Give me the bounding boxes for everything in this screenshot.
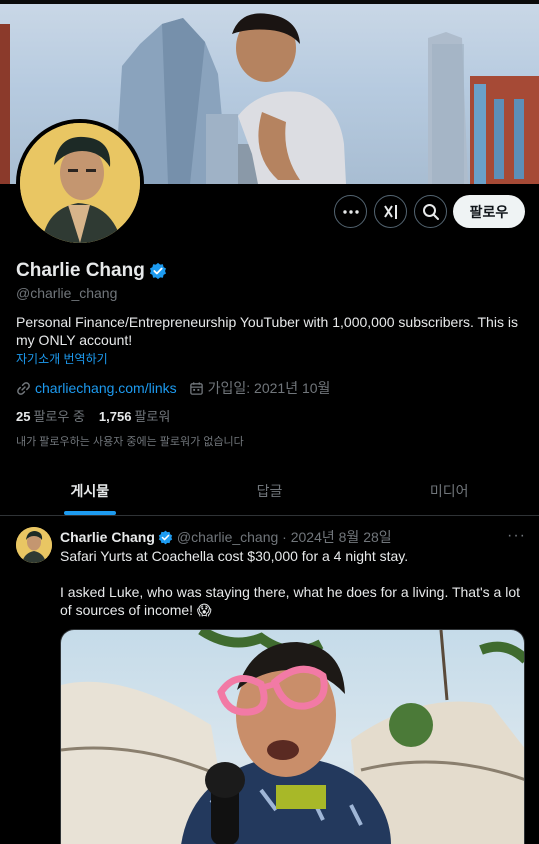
followers-label: 팔로워 [134, 409, 171, 424]
profile-avatar[interactable] [16, 119, 144, 247]
tab-media[interactable]: 미디어 [359, 466, 539, 515]
follow-button[interactable]: 팔로우 [453, 195, 525, 228]
profile-tabs: 게시물 답글 미디어 [0, 466, 539, 516]
tweet-text: Safari Yurts at Coachella cost $30,000 f… [60, 548, 521, 618]
followers-stat[interactable]: 1,756 팔로워 [99, 406, 170, 425]
link-icon [17, 381, 30, 395]
calendar-icon [189, 381, 203, 395]
tweet-more-button[interactable]: ··· [507, 527, 526, 545]
website-link[interactable]: charliechang.com/links [35, 380, 177, 396]
tweet-author-name[interactable]: Charlie Chang [60, 529, 155, 545]
tweet[interactable]: Charlie Chang @charlie_chang · 2024년 8월 … [0, 517, 539, 844]
profile-meta: charliechang.com/links 가입일: 2021년 10월 [16, 378, 330, 398]
tweet-header: Charlie Chang @charlie_chang · 2024년 8월 … [60, 527, 392, 547]
display-name: Charlie Chang [16, 260, 145, 281]
grok-button[interactable] [374, 195, 407, 228]
tweet-media[interactable] [60, 629, 525, 844]
following-label: 팔로우 중 [33, 409, 85, 424]
profile-name-row: Charlie Chang [16, 260, 167, 282]
profile-handle: @charlie_chang [16, 285, 118, 301]
search-profile-button[interactable] [414, 195, 447, 228]
following-count: 25 [16, 409, 31, 424]
followers-count: 1,756 [98, 409, 132, 424]
more-options-button[interactable] [334, 195, 367, 228]
verified-badge-icon [158, 530, 173, 544]
more-icon [342, 209, 359, 214]
following-stat[interactable]: 25 팔로우 중 [16, 406, 85, 425]
join-date: 가입일: 2021년 10월 [207, 380, 331, 396]
translate-bio-link[interactable]: 자기소개 번역하기 [16, 350, 108, 367]
tweet-handle-date[interactable]: @charlie_chang · 2024년 8월 28일 [177, 527, 392, 547]
follow-stats: 25 팔로우 중 1,756 팔로워 [16, 406, 170, 425]
tab-replies[interactable]: 답글 [180, 466, 360, 515]
verified-badge-icon[interactable] [149, 262, 167, 280]
grok-icon [383, 204, 397, 219]
tweet-avatar[interactable] [16, 527, 52, 563]
mutual-followers-note: 내가 팔로우하는 사용자 중에는 팔로워가 없습니다 [16, 436, 244, 448]
tab-posts[interactable]: 게시물 [0, 466, 180, 515]
search-icon [422, 203, 439, 220]
profile-bio: Personal Finance/Entrepreneurship YouTub… [16, 314, 518, 348]
